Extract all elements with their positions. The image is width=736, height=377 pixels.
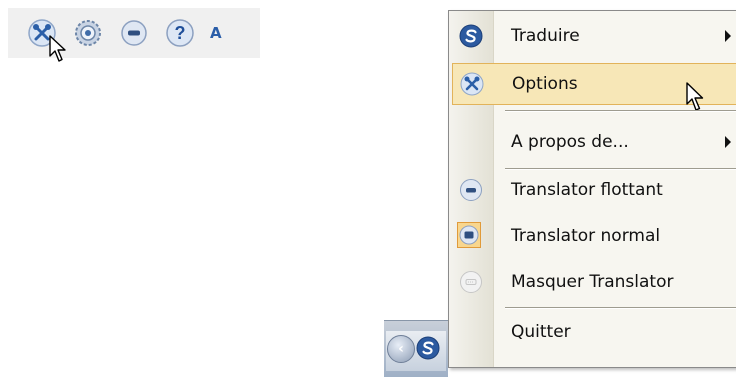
minimize-circle-icon — [121, 20, 147, 46]
menu-item-label: Masquer Translator — [511, 272, 674, 292]
menu-item-traduire[interactable]: Traduire — [449, 15, 736, 57]
svg-text:?: ? — [175, 23, 186, 43]
taskbar-fragment: ‹ — [384, 320, 448, 377]
translator-logo-icon — [416, 336, 440, 360]
toolbar-truncated-label: A — [210, 24, 222, 42]
gear-globe-icon — [75, 20, 101, 46]
tools-icon — [460, 72, 484, 96]
menu-item-options[interactable]: Options — [452, 63, 736, 105]
menu-item-label: Translator normal — [511, 226, 661, 246]
submenu-arrow-icon — [725, 136, 731, 148]
floating-button[interactable] — [114, 13, 154, 53]
checked-frame — [457, 222, 481, 248]
menu-item-quitter[interactable]: Quitter — [449, 311, 736, 353]
menu-item-label: A propos de... — [511, 132, 629, 152]
window-circle-icon — [459, 225, 479, 245]
menu-item-label: Translator flottant — [511, 180, 663, 200]
show-hidden-icons-button[interactable]: ‹ — [387, 335, 415, 363]
options-button[interactable] — [22, 13, 62, 53]
menu-item-masquer-translator[interactable]: Masquer Translator — [449, 261, 736, 303]
tools-icon — [28, 19, 56, 47]
menu-item-label: Options — [512, 74, 578, 94]
menu-item-translator-normal[interactable]: Translator normal — [449, 215, 736, 257]
menu-separator — [505, 110, 736, 112]
hidden-circle-icon — [459, 270, 483, 294]
context-menu: Traduire Options A propos de... Translat… — [448, 10, 736, 368]
translator-tray-button[interactable] — [415, 335, 441, 361]
translator-toolbar: ? A — [8, 8, 260, 62]
menu-item-label: Quitter — [511, 322, 571, 342]
menu-item-label: Traduire — [511, 26, 580, 46]
help-button[interactable]: ? — [160, 13, 200, 53]
menu-separator — [505, 307, 736, 309]
menu-item-translator-flottant[interactable]: Translator flottant — [449, 169, 736, 211]
menu-item-about[interactable]: A propos de... — [449, 121, 736, 163]
submenu-arrow-icon — [725, 30, 731, 42]
help-icon: ? — [166, 19, 194, 47]
settings-button[interactable] — [68, 13, 108, 53]
minimize-circle-icon — [459, 178, 483, 202]
translator-logo-icon — [459, 24, 483, 48]
chevron-left-icon: ‹ — [398, 341, 404, 357]
